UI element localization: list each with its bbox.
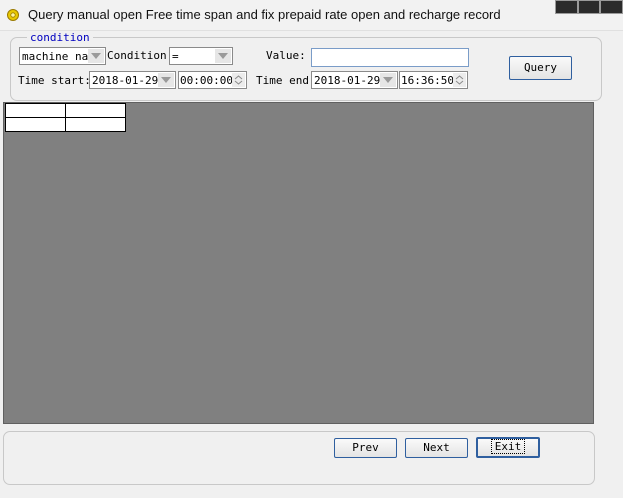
next-button[interactable]: Next [405,438,468,458]
gear-icon [7,9,19,21]
results-table [5,103,126,132]
condition-label: Condition: [107,49,174,62]
chevron-down-icon[interactable] [215,49,231,63]
value-input[interactable] [311,48,469,67]
time-end-date-value: 2018-01-29 [314,74,381,87]
column-header[interactable] [5,103,66,118]
time-end-date[interactable]: 2018-01-29 [311,71,398,89]
table-row[interactable] [5,117,126,132]
field-select-value: machine nam [22,50,88,63]
prev-button[interactable]: Prev [334,438,397,458]
window-controls[interactable] [555,0,623,14]
spinner-icon[interactable] [232,73,245,87]
chevron-down-icon[interactable] [158,73,174,87]
exit-button[interactable]: Exit [476,437,540,458]
table-cell[interactable] [65,117,126,132]
window-title: Query manual open Free time span and fix… [28,7,501,22]
maximize-button[interactable] [577,0,601,14]
time-start-time-value: 00:00:00 [180,74,233,87]
spinner-icon[interactable] [453,73,466,87]
table-header-row [5,103,126,118]
time-end-time[interactable]: 16:36:50 [399,71,468,89]
time-start-date[interactable]: 2018-01-29 [89,71,176,89]
close-button[interactable] [600,0,623,14]
chevron-down-icon[interactable] [88,49,104,63]
value-label: Value: [266,49,306,62]
query-button[interactable]: Query [509,56,572,80]
condition-legend: condition [27,31,93,44]
results-grid[interactable] [3,102,594,424]
title-bar: Query manual open Free time span and fix… [0,0,623,31]
exit-button-label: Exit [490,439,526,454]
minimize-button[interactable] [555,0,578,14]
time-start-time[interactable]: 00:00:00 [178,71,247,89]
time-end-time-value: 16:36:50 [401,74,454,87]
time-end-label: Time end: [256,74,316,87]
time-start-label: Time start: [18,74,91,87]
condition-select-value: = [172,50,179,63]
table-cell[interactable] [5,117,66,132]
column-header[interactable] [65,103,126,118]
time-start-date-value: 2018-01-29 [92,74,159,87]
chevron-down-icon[interactable] [380,73,396,87]
condition-select[interactable]: = [169,47,233,65]
field-select[interactable]: machine nam [19,47,106,65]
